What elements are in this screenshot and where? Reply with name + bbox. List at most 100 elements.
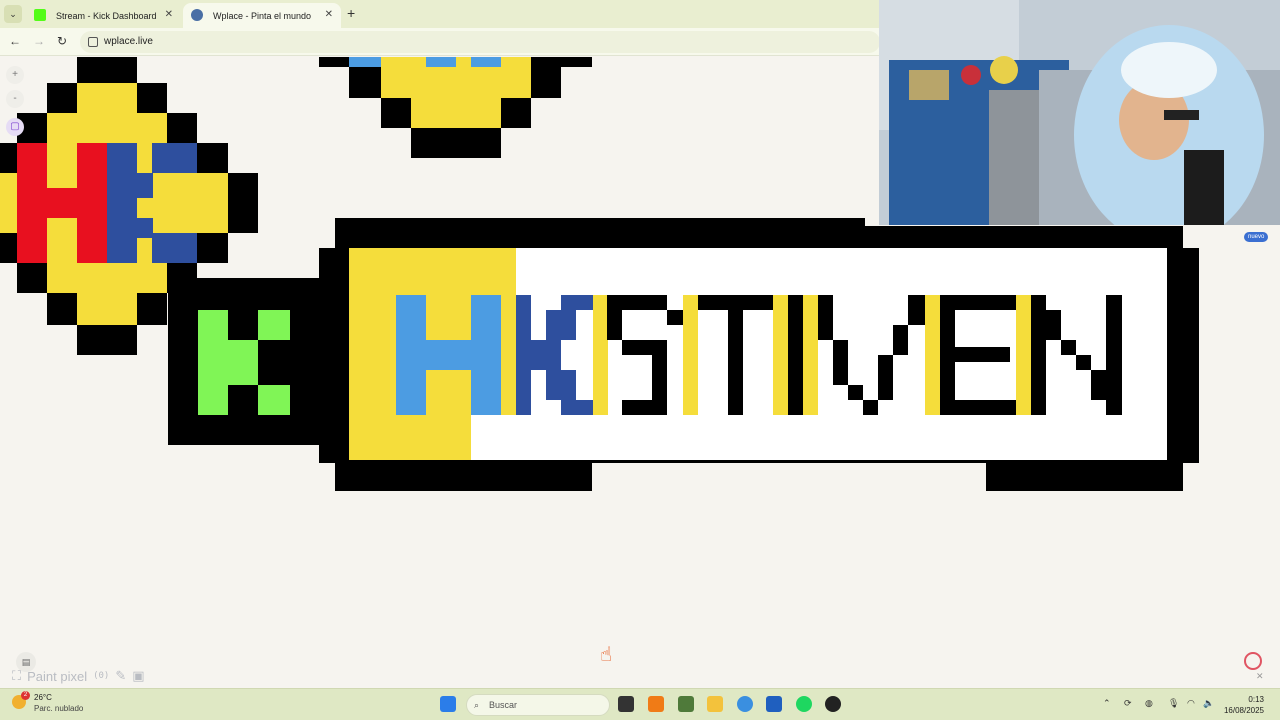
pixel-block	[335, 460, 592, 491]
sync-icon[interactable]: ⟳	[1124, 698, 1132, 709]
webcam-overlay	[879, 0, 1280, 225]
pixel-block	[622, 400, 667, 415]
pixel-block	[908, 295, 925, 325]
pixel-block	[848, 385, 863, 400]
pixel-block	[426, 57, 456, 67]
hand-cursor-icon: ☝	[600, 644, 613, 666]
tab-wplace[interactable]: Wplace - Pinta el mundo ✕	[183, 3, 341, 28]
yellow-stripe	[683, 295, 698, 415]
search-box[interactable]: ⌕ Buscar	[466, 694, 610, 716]
close-icon[interactable]: ✕	[165, 9, 173, 20]
store-icon[interactable]	[766, 696, 782, 712]
file-explorer-icon[interactable]	[707, 696, 723, 712]
pixel-block	[1061, 340, 1076, 355]
pixel-block	[426, 340, 471, 370]
pixel-block	[411, 128, 501, 158]
tab-strip: ⌄ Stream - Kick Dashboard ✕ Wplace - Pin…	[0, 0, 880, 28]
vlc-icon[interactable]	[648, 696, 664, 712]
search-icon: ⌕	[474, 700, 480, 710]
pixel-block	[667, 310, 683, 325]
pixel-block	[152, 233, 197, 263]
task-view-icon[interactable]	[618, 696, 634, 712]
tab-label: Stream - Kick Dashboard	[56, 10, 157, 21]
pixel-block	[955, 295, 1016, 310]
address-bar[interactable]: wplace.live	[80, 31, 880, 53]
minecraft-icon[interactable]	[678, 696, 694, 712]
notification-badge: 2	[21, 691, 30, 700]
pixel-block	[77, 83, 137, 113]
pixel-block	[955, 400, 1016, 415]
search-placeholder: Buscar	[489, 700, 518, 710]
pixel-block	[1046, 310, 1061, 340]
spotify-icon[interactable]	[796, 696, 812, 712]
pixel-block	[698, 295, 773, 310]
yellow-stripe	[803, 295, 818, 415]
toolbar: ← → ↻ wplace.live	[0, 28, 880, 56]
pixel-block	[878, 355, 893, 400]
pixel-block	[833, 340, 848, 385]
kick-favicon-icon	[34, 9, 46, 21]
twitch-icon[interactable]: ▢	[6, 118, 24, 136]
tab-label: Wplace - Pinta el mundo	[213, 10, 312, 21]
pixel-block	[396, 295, 426, 415]
weather-temp: 26°C	[34, 693, 52, 702]
pixel-icon: ▣	[132, 668, 145, 683]
locate-icon[interactable]	[1244, 652, 1262, 670]
pixel-block	[622, 340, 667, 355]
pixel-block	[137, 173, 153, 198]
chevron-up-icon[interactable]: ⌃	[1103, 698, 1111, 709]
back-icon[interactable]: ←	[9, 34, 21, 48]
tray-app-icon[interactable]: ◍	[1145, 698, 1153, 709]
pixel-block	[955, 347, 1010, 362]
volume-icon[interactable]: 🔈	[1203, 698, 1214, 709]
clock[interactable]: 0:13 16/08/2025	[1224, 694, 1264, 716]
pixel-block	[381, 67, 531, 98]
pixel-block	[1031, 295, 1046, 415]
microphone-icon[interactable]: 🎙	[1168, 698, 1179, 709]
pixel-block	[349, 57, 381, 67]
pixel-block	[77, 325, 137, 355]
chrome-icon[interactable]	[737, 696, 753, 712]
pixel-block	[546, 370, 576, 400]
pixel-block	[411, 98, 501, 128]
new-tab-button[interactable]: +	[347, 5, 355, 21]
pixel-block	[381, 57, 531, 67]
tab-kick-dashboard[interactable]: Stream - Kick Dashboard ✕	[26, 3, 181, 28]
pixel-block	[349, 248, 516, 295]
pixel-block	[501, 295, 516, 415]
time: 0:13	[1248, 695, 1264, 704]
forward-icon[interactable]: →	[33, 34, 45, 48]
pixel-block	[137, 218, 153, 238]
yellow-stripe	[925, 295, 940, 415]
pixel-block	[152, 143, 197, 173]
site-info-icon[interactable]	[88, 37, 98, 47]
wifi-icon[interactable]: ◠	[1187, 698, 1195, 709]
paint-pixel-button[interactable]: ⛶ Paint pixel (0) ✎ ▣	[12, 668, 145, 684]
date: 16/08/2025	[1223, 706, 1264, 715]
pixel-block	[1076, 355, 1091, 370]
pixel-block	[652, 355, 667, 400]
close-icon[interactable]: ✕	[1256, 671, 1264, 682]
pixel-block	[471, 295, 501, 415]
zoom-out-button[interactable]: -	[6, 90, 24, 108]
new-badge: nuevo	[1244, 232, 1269, 242]
obs-icon[interactable]	[825, 696, 841, 712]
pixel-block	[77, 293, 137, 325]
pixel-block	[47, 188, 77, 218]
pixel-block	[728, 310, 743, 415]
windows-start-icon[interactable]	[440, 696, 456, 712]
pixel-block	[561, 295, 593, 310]
pixel-block	[1091, 370, 1106, 400]
pixel-block	[607, 295, 667, 310]
pixel-block	[893, 325, 908, 355]
reload-icon[interactable]: ↻	[57, 34, 67, 48]
yellow-stripe	[773, 295, 788, 415]
taskbar: 2 26°C Parc. nublado ⌕ Buscar ⌃ ⟳ ◍ 🎙 ◠ …	[0, 688, 1280, 720]
close-icon[interactable]: ✕	[325, 9, 333, 20]
zoom-in-button[interactable]: +	[6, 66, 24, 84]
tab-search-button[interactable]: ⌄	[4, 5, 22, 23]
pixel-block	[516, 295, 531, 415]
url-text: wplace.live	[104, 36, 153, 47]
pixel-block	[17, 143, 47, 263]
pixel-block	[228, 340, 258, 385]
